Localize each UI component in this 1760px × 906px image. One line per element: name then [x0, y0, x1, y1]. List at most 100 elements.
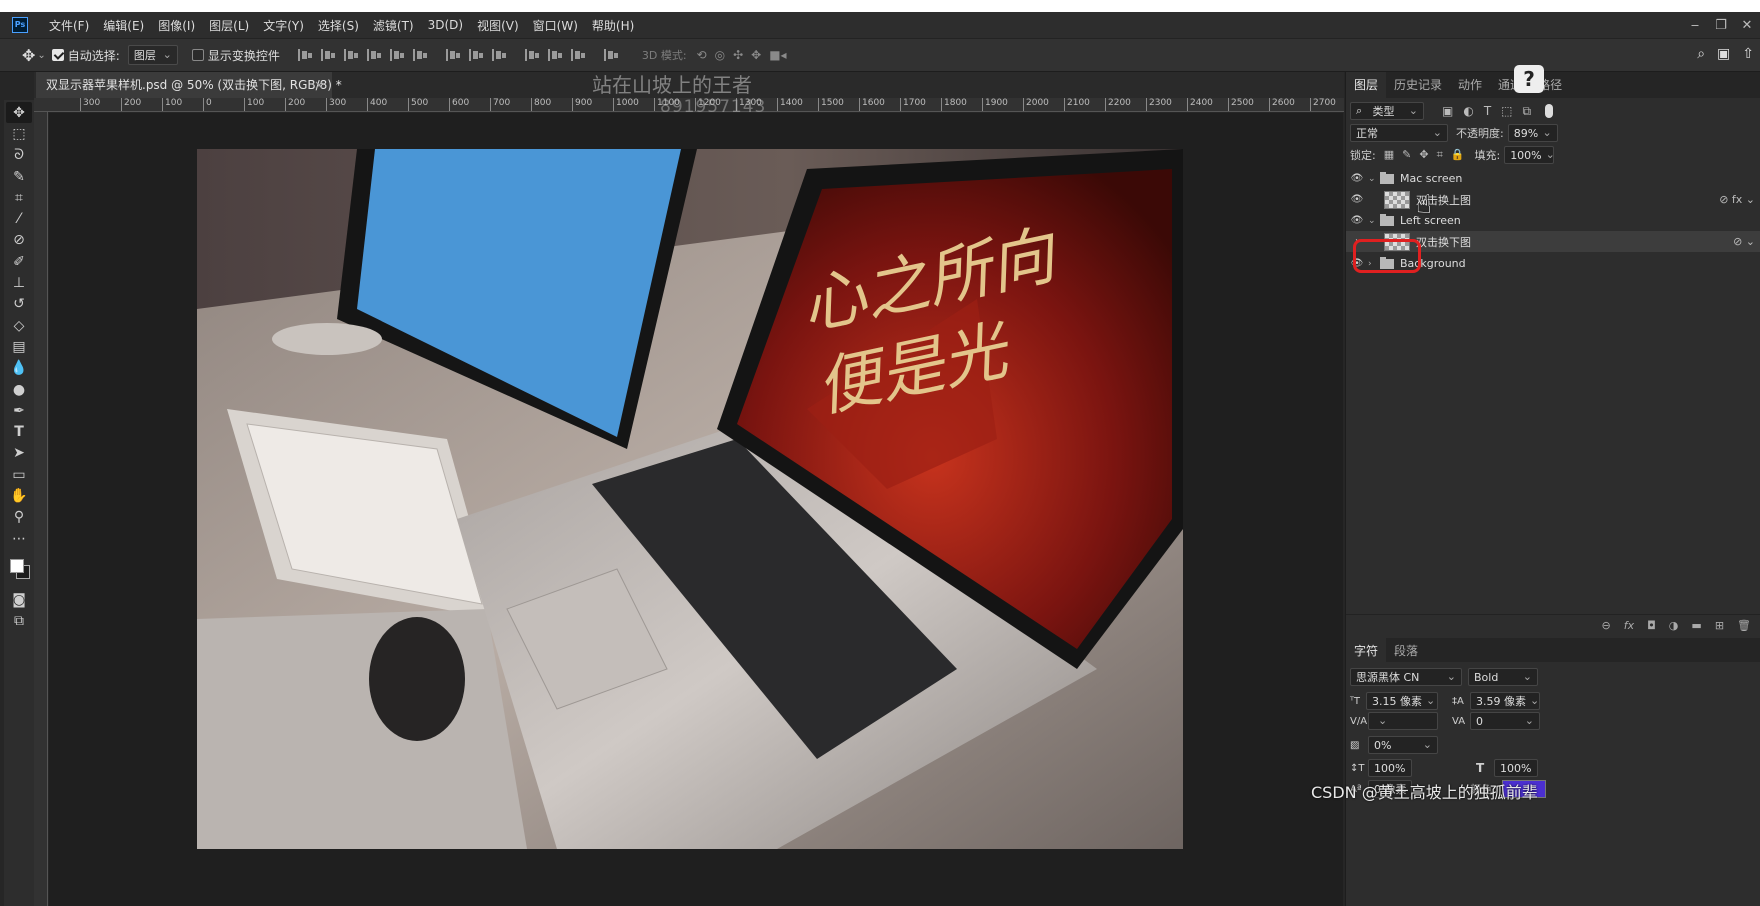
type-tool-icon[interactable]: T [6, 421, 32, 442]
help-icon[interactable]: ? [1514, 65, 1544, 93]
close-tab-icon[interactable]: × [314, 72, 324, 98]
zoom-tool-icon[interactable]: ⚲ [6, 507, 32, 528]
share-icon[interactable]: ⇧ [1742, 46, 1754, 62]
align-vcenter-icon[interactable] [320, 49, 335, 61]
menu-select[interactable]: 选择(S) [311, 17, 366, 34]
distribute-left-icon[interactable] [524, 49, 539, 61]
layer-group-mac-screen[interactable]: 👁 ⌄ Mac screen [1346, 168, 1760, 189]
layer-group-left-screen[interactable]: 👁 ⌄ Left screen [1346, 210, 1760, 231]
filter-adjust-icon[interactable]: ◐ [1463, 104, 1473, 119]
menu-view[interactable]: 视图(V) [470, 17, 526, 34]
distribute-top-icon[interactable] [445, 49, 460, 61]
add-mask-icon[interactable]: ◘ [1647, 619, 1656, 632]
font-family-dropdown[interactable]: 思源黑体 CN [1350, 668, 1462, 686]
menu-3d[interactable]: 3D(D) [421, 18, 470, 32]
lock-transparent-icon[interactable]: ▦ [1384, 148, 1394, 162]
distribute-bottom-icon[interactable] [491, 49, 506, 61]
layer-kind-filter[interactable]: ⌕ 类型 [1350, 102, 1424, 120]
lock-position-icon[interactable]: ✥ [1419, 148, 1428, 162]
layer-effects-icon[interactable]: ⊘ fx ⌄ [1719, 193, 1755, 206]
layer-smart-upper[interactable]: 👁 双击换上图 ⊘ fx ⌄ [1346, 189, 1760, 210]
auto-select-dropdown[interactable]: 图层 [127, 45, 178, 65]
lock-pixels-icon[interactable]: ✎ [1402, 148, 1411, 162]
align-hcenter-icon[interactable] [389, 49, 404, 61]
3d-slide-icon[interactable]: ✥ [751, 48, 761, 62]
more-tools-icon[interactable]: ⋯ [6, 528, 32, 549]
lock-all-icon[interactable]: 🔒 [1451, 148, 1465, 162]
font-size-field[interactable]: 3.15 像素 [1366, 692, 1438, 710]
leading-field[interactable]: 3.59 像素 [1470, 692, 1540, 710]
align-bottom-icon[interactable] [343, 49, 358, 61]
fx-icon[interactable]: fx [1624, 619, 1634, 632]
clone-stamp-tool-icon[interactable]: ⊥ [6, 272, 32, 293]
auto-align-icon[interactable] [603, 49, 618, 61]
shape-tool-icon[interactable]: ▭ [6, 464, 32, 485]
filter-shape-icon[interactable]: ⬚ [1501, 104, 1512, 119]
menu-image[interactable]: 图像(I) [151, 17, 202, 34]
delete-layer-icon[interactable]: 🗑 [1737, 619, 1751, 632]
new-group-icon[interactable]: ▬ [1691, 619, 1701, 632]
gradient-tool-icon[interactable]: ▤ [6, 336, 32, 357]
menu-help[interactable]: 帮助(H) [585, 17, 641, 34]
adjustment-layer-icon[interactable]: ◑ [1669, 619, 1679, 632]
history-brush-tool-icon[interactable]: ↺ [6, 294, 32, 315]
close-icon[interactable]: ✕ [1734, 18, 1760, 33]
search-icon[interactable]: ⌕ [1697, 46, 1705, 62]
3d-roll-icon[interactable]: ◎ [715, 48, 725, 62]
align-right-icon[interactable] [412, 49, 427, 61]
tool-preset-chevron-icon[interactable]: ⌄ [37, 50, 45, 61]
new-layer-icon[interactable]: ⊞ [1715, 619, 1724, 632]
fill-field[interactable]: 100% [1504, 146, 1555, 164]
menu-type[interactable]: 文字(Y) [256, 17, 311, 34]
tab-layers[interactable]: 图层 [1346, 72, 1387, 98]
crop-tool-icon[interactable]: ⌗ [6, 187, 32, 208]
chevron-down-icon[interactable]: ⌄ [1368, 216, 1378, 226]
link-layers-icon[interactable]: ⊖ [1601, 619, 1610, 632]
color-swatches[interactable] [6, 549, 32, 589]
pen-tool-icon[interactable]: ✒ [6, 400, 32, 421]
minimize-icon[interactable]: ‒ [1682, 18, 1708, 33]
3d-orbit-icon[interactable]: ⟲ [697, 48, 707, 62]
3d-pan-icon[interactable]: ✣ [733, 48, 743, 62]
quick-select-tool-icon[interactable]: ✎ [6, 166, 32, 187]
menu-window[interactable]: 窗口(W) [526, 17, 585, 34]
show-transform-checkbox[interactable] [191, 49, 204, 61]
document-tab[interactable]: 双显示器苹果样机.psd @ 50% (双击换下图, RGB/8) * × [36, 72, 342, 98]
tab-character[interactable]: 字符 [1346, 638, 1387, 664]
visibility-eye-icon[interactable]: 👁 [1346, 215, 1368, 226]
distribute-hcenter-icon[interactable] [547, 49, 562, 61]
healing-brush-tool-icon[interactable]: ⊘ [6, 230, 32, 251]
horizontal-scale-field[interactable]: 100% [1494, 759, 1538, 777]
blend-mode-dropdown[interactable]: 正常 [1350, 124, 1448, 142]
brush-tool-icon[interactable]: ✐ [6, 251, 32, 272]
dodge-tool-icon[interactable]: ● [6, 379, 32, 400]
opacity-field[interactable]: 89% [1507, 124, 1558, 142]
menu-edit[interactable]: 编辑(E) [96, 17, 151, 34]
filter-smart-icon[interactable]: ⧉ [1523, 104, 1532, 119]
tab-paragraph[interactable]: 段落 [1386, 638, 1426, 664]
blur-tool-icon[interactable]: 💧 [6, 358, 32, 379]
tab-history[interactable]: 历史记录 [1386, 72, 1450, 98]
tab-actions[interactable]: 动作 [1450, 72, 1490, 98]
align-top-icon[interactable] [297, 49, 312, 61]
move-tool-icon[interactable]: ✥ [22, 46, 35, 65]
path-select-tool-icon[interactable]: ➤ [6, 443, 32, 464]
workspace-icon[interactable]: ▣ [1717, 46, 1730, 62]
filter-pixel-icon[interactable]: ▣ [1442, 104, 1453, 119]
distribute-right-icon[interactable] [570, 49, 585, 61]
vertical-scale-field[interactable]: 100% [1368, 759, 1412, 777]
lasso-tool-icon[interactable]: ᘐ [6, 145, 32, 166]
font-style-dropdown[interactable]: Bold [1468, 668, 1538, 686]
canvas-area[interactable]: 心之所向 便是光 [49, 113, 1343, 906]
quick-mask-icon[interactable]: ◙ [6, 589, 32, 610]
eyedropper-tool-icon[interactable]: ⁄ [6, 208, 32, 229]
eraser-tool-icon[interactable]: ◇ [6, 315, 32, 336]
hand-tool-icon[interactable]: ✋ [6, 485, 32, 506]
tsume-field[interactable]: 0% [1368, 736, 1438, 754]
marquee-tool-icon[interactable]: ⬚ [6, 123, 32, 144]
menu-layer[interactable]: 图层(L) [202, 17, 256, 34]
menu-filter[interactable]: 滤镜(T) [366, 17, 421, 34]
tracking-field[interactable]: 0 [1470, 712, 1540, 730]
align-left-icon[interactable] [366, 49, 381, 61]
distribute-vcenter-icon[interactable] [468, 49, 483, 61]
